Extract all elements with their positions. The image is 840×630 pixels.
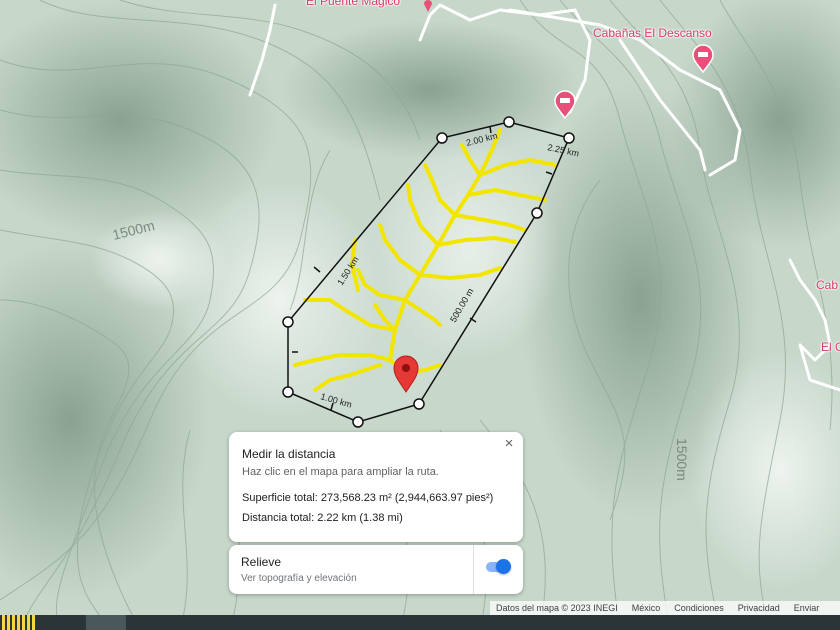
relief-title: Relieve [241,555,282,569]
measure-distance-panel: Medir la distancia Haz clic en el mapa p… [229,432,523,542]
measure-vertex[interactable] [282,386,294,398]
footer-terms-link[interactable]: Condiciones [674,603,724,613]
measure-vertex[interactable] [436,132,448,144]
footer-privacy-link[interactable]: Privacidad [738,603,780,613]
footer-country[interactable]: México [632,603,661,613]
measure-hint: Haz clic en el mapa para ampliar la ruta… [242,466,439,478]
footer-send-link[interactable]: Enviar [794,603,820,613]
measure-vertex[interactable] [563,132,575,144]
toggle-knob [496,559,511,574]
taskbar-indicator [2,615,36,630]
contour-label-right: 1500m [674,438,690,481]
relief-divider [473,545,474,594]
map-data-attribution[interactable]: Datos del mapa © 2023 INEGI [496,603,618,613]
taskbar-item[interactable] [86,615,126,630]
map-footer: Datos del mapa © 2023 INEGI México Condi… [490,601,840,615]
measure-total-distance: Distancia total: 2.22 km (1.38 mi) [242,512,403,524]
place-label-cab-partial[interactable]: Cab [816,278,838,292]
place-label-cabanas[interactable]: Cabañas El Descanso [593,26,712,40]
taskbar-strip [0,615,840,630]
measure-vertex[interactable] [282,316,294,328]
measure-vertex[interactable] [413,398,425,410]
measure-total-area: Superficie total: 273,568.23 m² (2,944,6… [242,492,494,504]
measure-vertex[interactable] [352,416,364,428]
measure-title: Medir la distancia [242,447,336,461]
place-label-el-partial[interactable]: El C [821,340,840,354]
measure-vertex[interactable] [531,207,543,219]
relief-toggle[interactable] [484,558,512,576]
relief-subtitle: Ver topografía y elevación [241,573,357,584]
relief-layer-panel: Relieve Ver topografía y elevación [229,545,523,594]
measure-vertex[interactable] [503,116,515,128]
close-icon[interactable]: × [501,436,517,452]
place-label-puente[interactable]: El Puente Mágico [306,0,400,8]
